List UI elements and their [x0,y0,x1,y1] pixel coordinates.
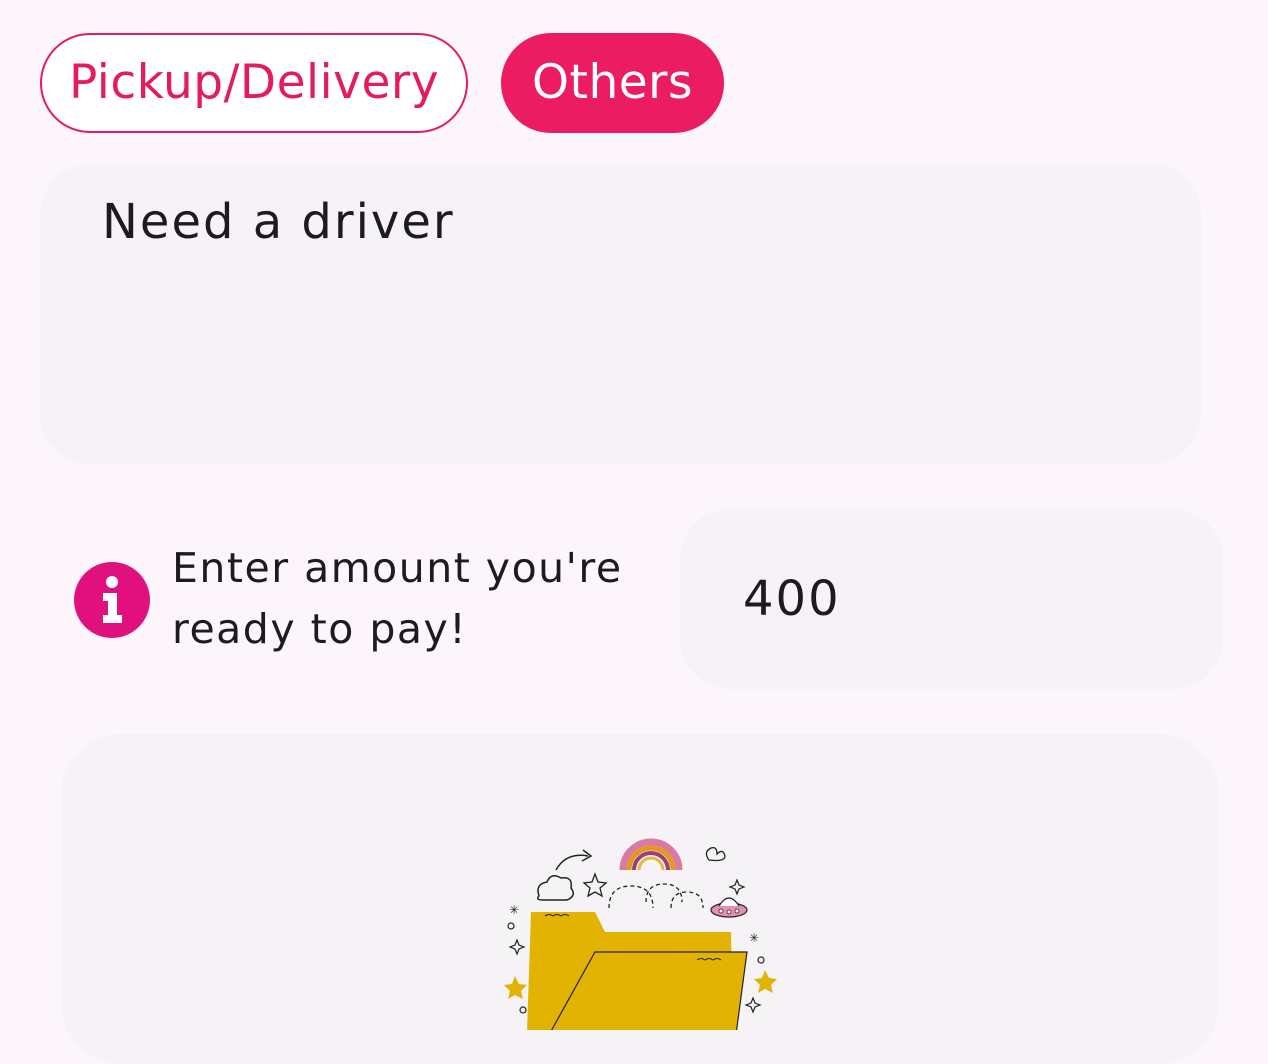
amount-value: 400 [743,571,841,627]
description-value: Need a driver [102,194,455,250]
amount-label: Enter amount you're ready to pay! [172,544,623,653]
svg-text:✳: ✳ [749,931,759,945]
tab-pickup-delivery[interactable]: Pickup/Delivery [40,33,468,133]
amount-input[interactable]: 400 [680,509,1223,689]
rainbow-icon [619,838,683,871]
tab-others[interactable]: Others [501,33,724,133]
ufo-icon [710,897,748,918]
upload-area[interactable]: ✳ ✳ [61,734,1219,1064]
description-textarea[interactable]: Need a driver [40,164,1201,464]
folder-icon [527,912,748,1030]
info-icon [74,562,150,638]
folder-illustration: ✳ ✳ [504,838,777,1030]
svg-text:✳: ✳ [509,903,519,917]
